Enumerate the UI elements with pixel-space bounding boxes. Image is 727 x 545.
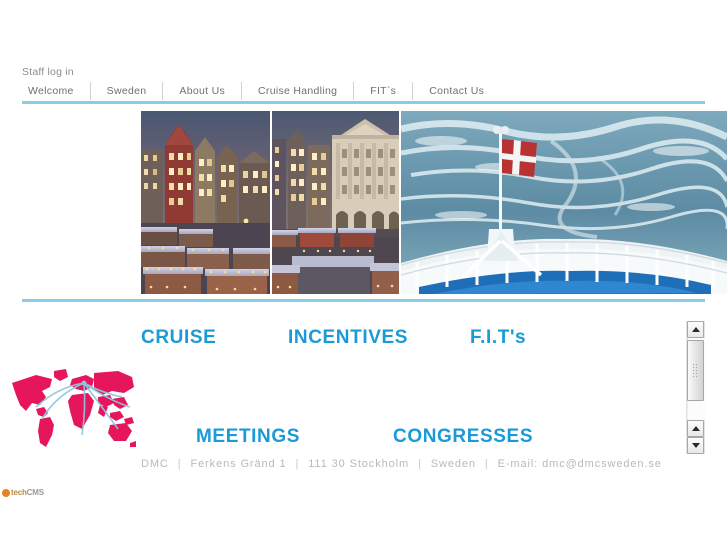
service-heading-fits[interactable]: F.I.T's [470,327,526,349]
footer-email-link[interactable]: dmc@dmcsweden.se [542,458,662,470]
vertical-scrollbar[interactable] [686,321,705,454]
footer-contact-line: DMC | Ferkens Gränd 1 | 111 30 Stockholm… [141,457,681,471]
nav-item-cruise-handling[interactable]: Cruise Handling [242,82,355,100]
cms-watermark-label: techCMS [11,488,44,497]
nav-item-about-us[interactable]: About Us [163,82,243,100]
ship-artwork [401,111,727,294]
chevron-up-icon [691,327,700,332]
footer-street: Ferkens Gränd 1 [190,458,287,470]
service-heading-congresses[interactable]: CONGRESSES [393,426,533,448]
banner-image-market-left [141,111,270,294]
market-right-artwork [272,111,399,294]
cms-label-part-one: tech [11,488,27,497]
service-heading-incentives[interactable]: INCENTIVES [288,327,408,349]
nav-item-sweden[interactable]: Sweden [91,82,164,100]
footer-separator-1: | [177,458,182,470]
market-left-artwork [141,111,270,294]
nav-item-fits[interactable]: FIT`s [354,82,414,100]
scrollbar-thumb[interactable] [687,340,704,401]
footer-country: Sweden [430,458,476,470]
service-heading-cruise[interactable]: CRUISE [141,327,216,349]
page-root: Staff log in Welcome Sweden About Us Cru… [0,0,727,545]
banner-image-ship [401,111,727,294]
nav-item-welcome[interactable]: Welcome [22,82,91,100]
footer-separator-2: | [295,458,300,470]
footer-separator-4: | [484,458,489,470]
staff-login-link[interactable]: Staff log in [22,66,74,78]
scrollbar-up-button-secondary[interactable] [687,420,704,437]
nav-item-contact-us[interactable]: Contact Us [413,82,500,100]
footer-company: DMC [141,458,169,470]
nav-divider-rule [22,101,705,104]
chevron-up-icon-secondary [691,426,700,431]
banner-divider-rule [22,299,705,302]
utility-bar: Staff log in [22,62,74,78]
chevron-down-icon [691,443,700,448]
main-navigation: Welcome Sweden About Us Cruise Handling … [22,82,500,100]
banner-image-market-right [272,111,399,294]
cms-label-part-two: CMS [26,488,44,497]
hero-banner [141,111,727,294]
grip-dots-icon [692,363,699,378]
scrollbar-up-button[interactable] [687,321,704,338]
footer-separator-3: | [418,458,422,470]
cms-watermark[interactable]: techCMS [2,487,44,498]
cms-logo-icon [2,488,10,497]
world-map-routes-icon [12,369,136,447]
scrollbar-down-button[interactable] [687,437,704,454]
footer-postal-city: 111 30 Stockholm [308,458,410,470]
service-heading-meetings[interactable]: MEETINGS [196,426,300,448]
footer-email-label: E-mail: [497,458,539,470]
